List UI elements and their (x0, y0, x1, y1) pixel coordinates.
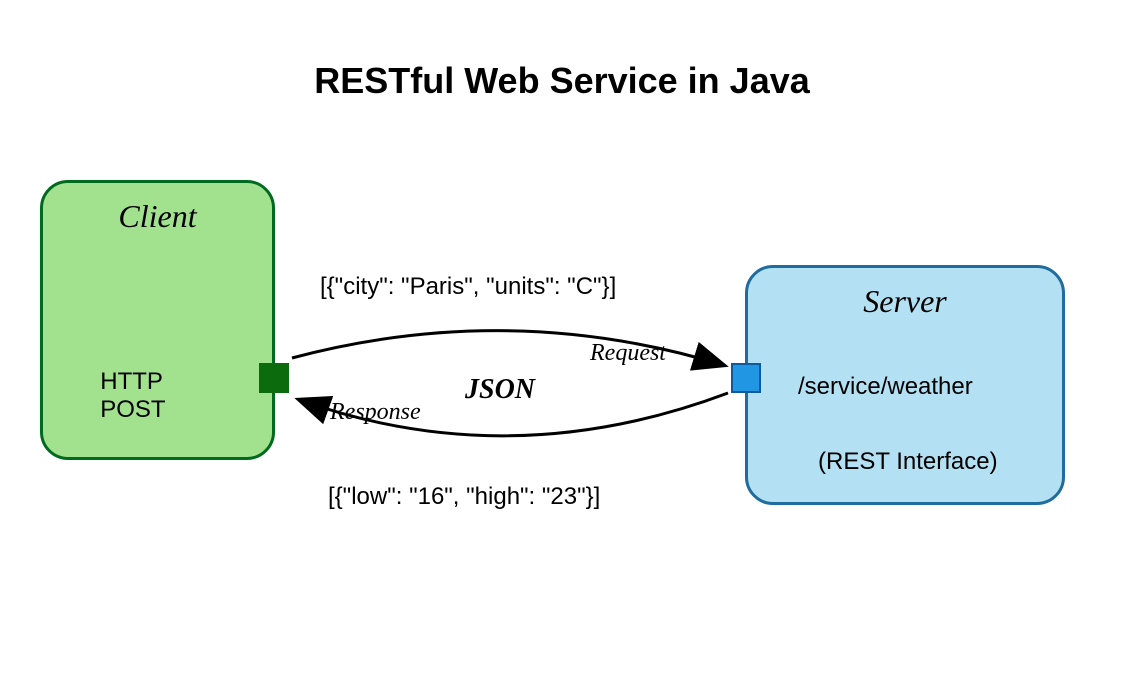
server-node: Server /service/weather (REST Interface) (745, 265, 1065, 505)
payload-format-label: JSON (465, 374, 535, 406)
client-title: Client (118, 198, 196, 235)
response-label: Response (330, 399, 421, 426)
client-method-label: HTTP POST (100, 368, 215, 424)
request-payload-text: [{"city": "Paris", "units": "C"}] (320, 273, 616, 301)
diagram-title: RESTful Web Service in Java (314, 60, 810, 102)
response-payload-text: [{"low": "16", "high": "23"}] (328, 483, 600, 511)
server-endpoint-label: /service/weather (798, 373, 973, 401)
server-port-icon (731, 363, 761, 393)
request-label: Request (590, 340, 666, 367)
client-node: Client HTTP POST (40, 180, 275, 460)
server-title: Server (863, 283, 947, 320)
client-port-icon (259, 363, 289, 393)
server-interface-label: (REST Interface) (818, 448, 998, 476)
